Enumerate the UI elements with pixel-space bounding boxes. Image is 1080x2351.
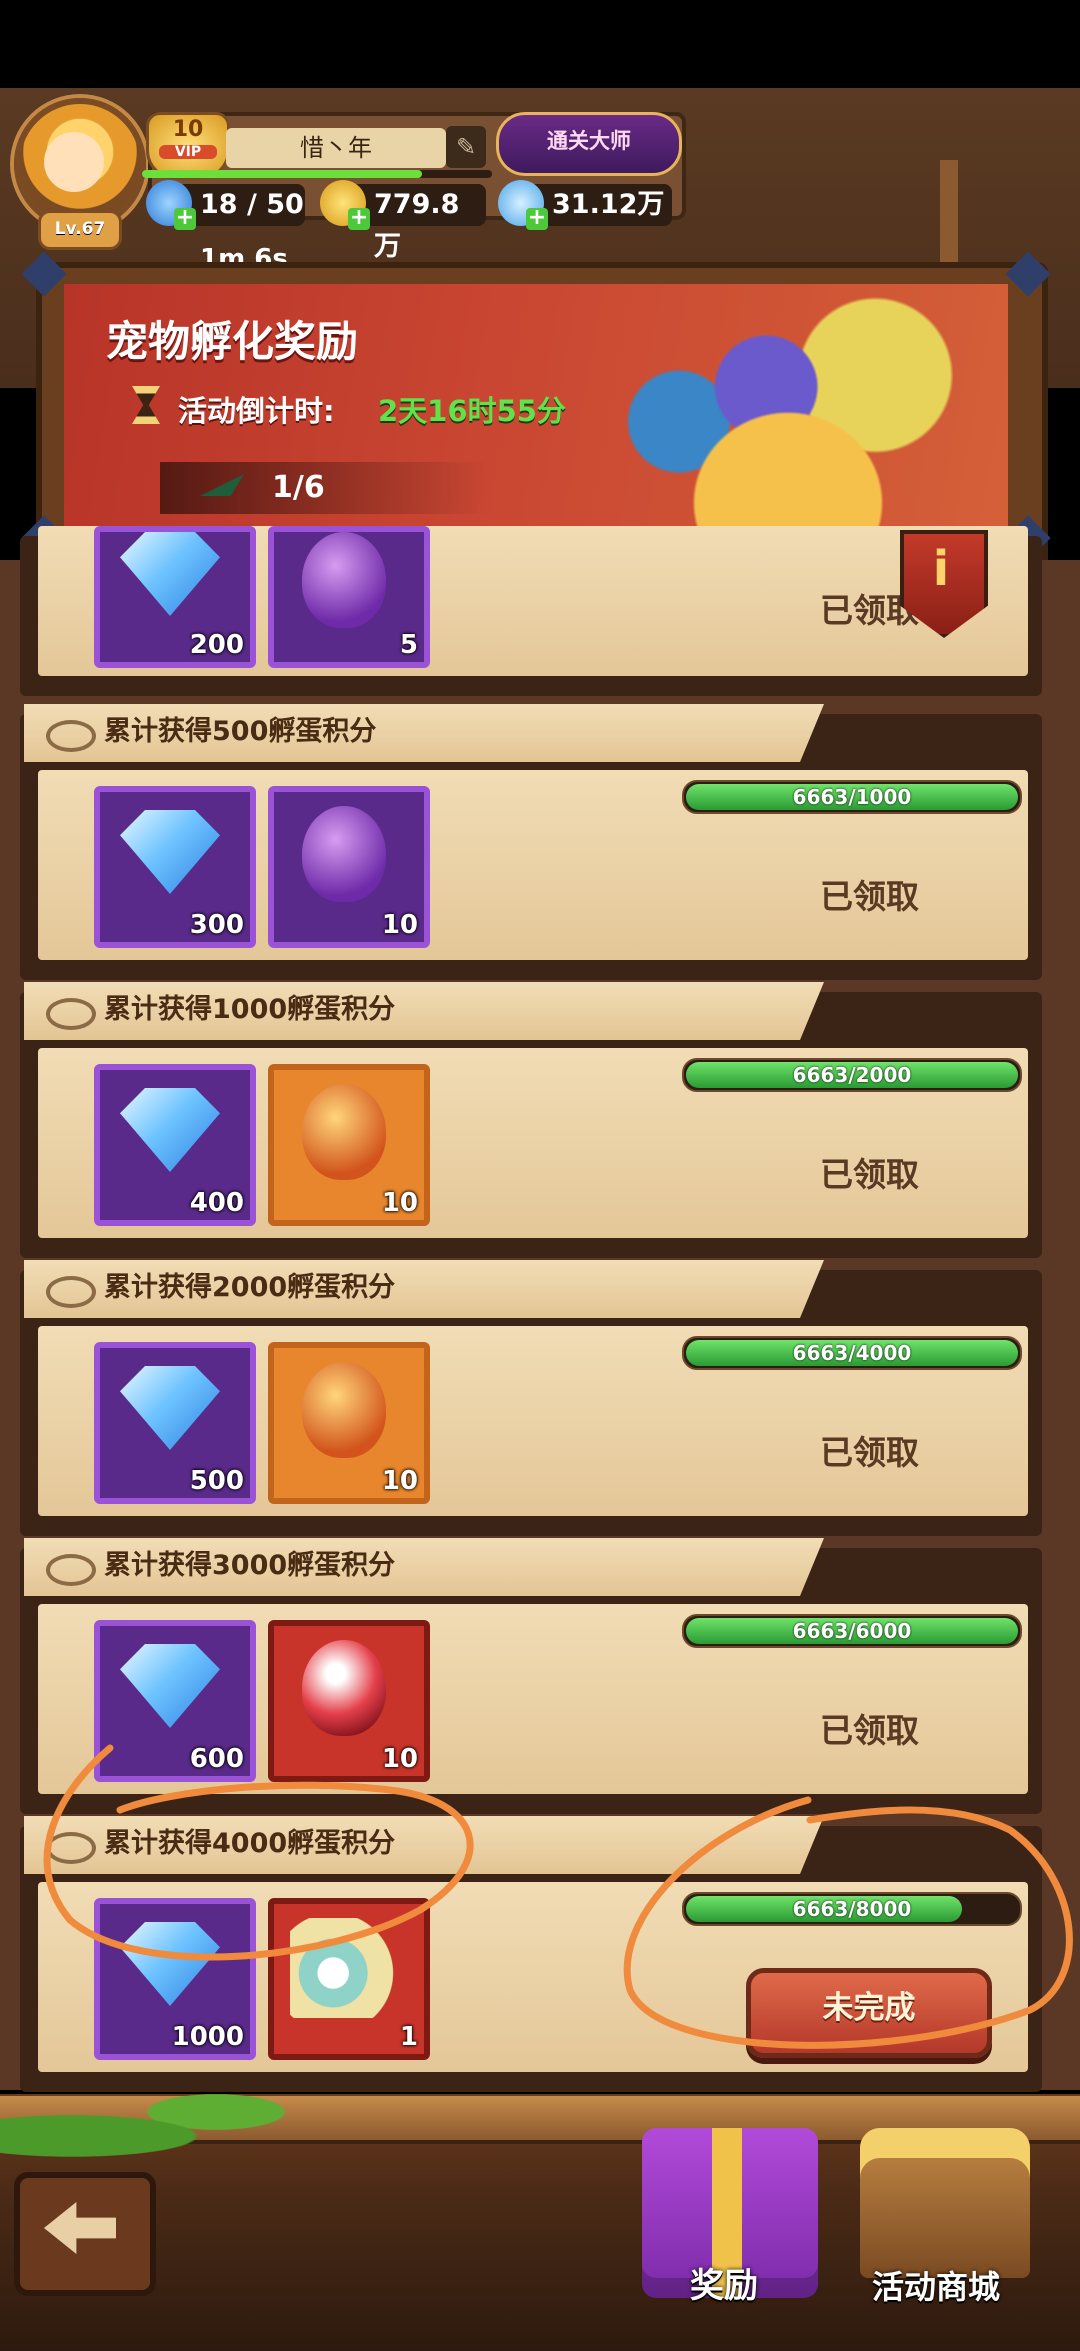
reward-gem-slot[interactable]: 600 [94,1620,256,1782]
player-level-badge: Lv.67 [38,210,122,250]
egg-icon [302,806,386,902]
vip-label: VIP [159,145,217,159]
reward-egg-slot[interactable]: 10 [268,786,430,948]
gem-icon [120,532,220,616]
page-indicator: 1/6 [272,470,325,505]
gem-icon [120,1922,220,2006]
item-count: 400 [189,1188,244,1218]
progress-bar: 6663/2000 [682,1058,1022,1092]
edit-icon[interactable]: ✎ [446,126,486,168]
item-count: 10 [381,1466,418,1496]
gem-icon [120,1366,220,1450]
pets-artwork [570,294,1006,526]
exp-bar-fill [142,170,422,178]
task-row: 累计获得500孵蛋积分 300 10 6663/1000 已领取 [20,704,1042,980]
item-count: 10 [381,1188,418,1218]
add-gem-icon[interactable]: + [526,207,548,230]
gem-value: 31.12万 [552,189,665,220]
task-title: 累计获得2000孵蛋积分 [104,1272,396,1303]
egg-icon [302,1084,386,1180]
task-title: 累计获得4000孵蛋积分 [104,1828,396,1859]
event-shop-tab-label[interactable]: 活动商城 [872,2262,1000,2308]
egg-icon [302,1362,386,1458]
rope-icon [46,998,96,1030]
item-count: 200 [189,630,244,660]
progress-bar: 6663/6000 [682,1614,1022,1648]
add-gold-icon[interactable]: + [348,207,370,230]
item-count: 10 [381,1744,418,1774]
reward-egg-slot[interactable]: 10 [268,1620,430,1782]
reward-egg-slot[interactable]: 5 [268,526,430,668]
progress-bar: 6663/1000 [682,780,1022,814]
item-count: 300 [189,910,244,940]
item-count: 10 [381,910,418,940]
claimed-status: 已领取 [820,1711,919,1750]
reward-pet-slot[interactable]: 1 [268,1898,430,2060]
item-count: 5 [399,630,418,660]
treasure-chest-icon[interactable] [860,2128,1030,2278]
gem-counter[interactable]: + 31.12万 [498,180,672,230]
item-count: 600 [189,1744,244,1774]
rope-icon [46,1276,96,1308]
gem-icon [120,1644,220,1728]
reward-gem-slot[interactable]: 300 [94,786,256,948]
gold-value: 779.8万 [374,189,460,262]
claimed-status: 已领取 [820,877,919,916]
progress-text: 6663/1000 [792,785,912,809]
item-count: 1000 [171,2022,244,2052]
reward-gem-slot[interactable]: 500 [94,1342,256,1504]
reward-gem-slot[interactable]: 1000 [94,1898,256,2060]
claimed-status: 已领取 [820,1433,919,1472]
vine-decoration [0,2088,360,2168]
dragon-pet-icon [290,1918,398,2018]
task-row: 累计获得4000孵蛋积分 1000 1 6663/8000 未完成 [20,1816,1042,2092]
event-title: 宠物孵化奖励 [106,317,359,366]
egg-icon [302,1640,386,1736]
incomplete-button[interactable]: 未完成 [746,1968,992,2058]
item-count: 500 [189,1466,244,1496]
task-title: 累计获得1000孵蛋积分 [104,994,396,1025]
progress-text: 6663/4000 [792,1341,912,1365]
task-title: 累计获得3000孵蛋积分 [104,1550,396,1581]
progress-text: 6663/8000 [792,1897,912,1921]
task-row: 200 5 已领取 [20,526,1042,696]
task-row: 累计获得2000孵蛋积分 500 10 6663/4000 已领取 [20,1260,1042,1536]
gem-icon [120,810,220,894]
countdown-label: 活动倒计时: [178,394,335,428]
energy-value: 18 / 50 [200,189,304,220]
reward-gem-slot[interactable]: 400 [94,1064,256,1226]
claimed-status: 已领取 [820,1155,919,1194]
add-energy-icon[interactable]: + [174,207,196,230]
progress-bar: 6663/8000 [682,1892,1022,1926]
progress-text: 6663/6000 [792,1619,912,1643]
item-count: 1 [399,2022,418,2052]
progress-bar: 6663/4000 [682,1336,1022,1370]
countdown-value: 2天16时55分 [378,394,566,428]
title-badge[interactable]: 通关大师 [496,112,682,176]
info-icon: i [932,541,950,597]
avatar-face [44,132,104,192]
page-indicator-strip [160,462,490,514]
gem-icon [120,1088,220,1172]
reward-gem-slot[interactable]: 200 [94,526,256,668]
egg-icon [302,532,386,628]
task-row: 累计获得1000孵蛋积分 400 10 6663/2000 已领取 [20,982,1042,1258]
rope-icon [46,1832,96,1864]
reward-egg-slot[interactable]: 10 [268,1064,430,1226]
task-row: 累计获得3000孵蛋积分 600 10 6663/6000 已领取 [20,1538,1042,1814]
progress-text: 6663/2000 [792,1063,912,1087]
vip-level: 10 [172,117,204,142]
rope-icon [46,1554,96,1586]
task-title: 累计获得500孵蛋积分 [104,716,377,747]
reward-egg-slot[interactable]: 10 [268,1342,430,1504]
gold-counter[interactable]: + 779.8万 [320,180,486,262]
player-name: 惜丶年 [226,128,446,168]
reward-tab-label[interactable]: 奖励 [690,2258,758,2307]
energy-counter[interactable]: + 18 / 50 [146,180,305,230]
rope-icon [46,720,96,752]
